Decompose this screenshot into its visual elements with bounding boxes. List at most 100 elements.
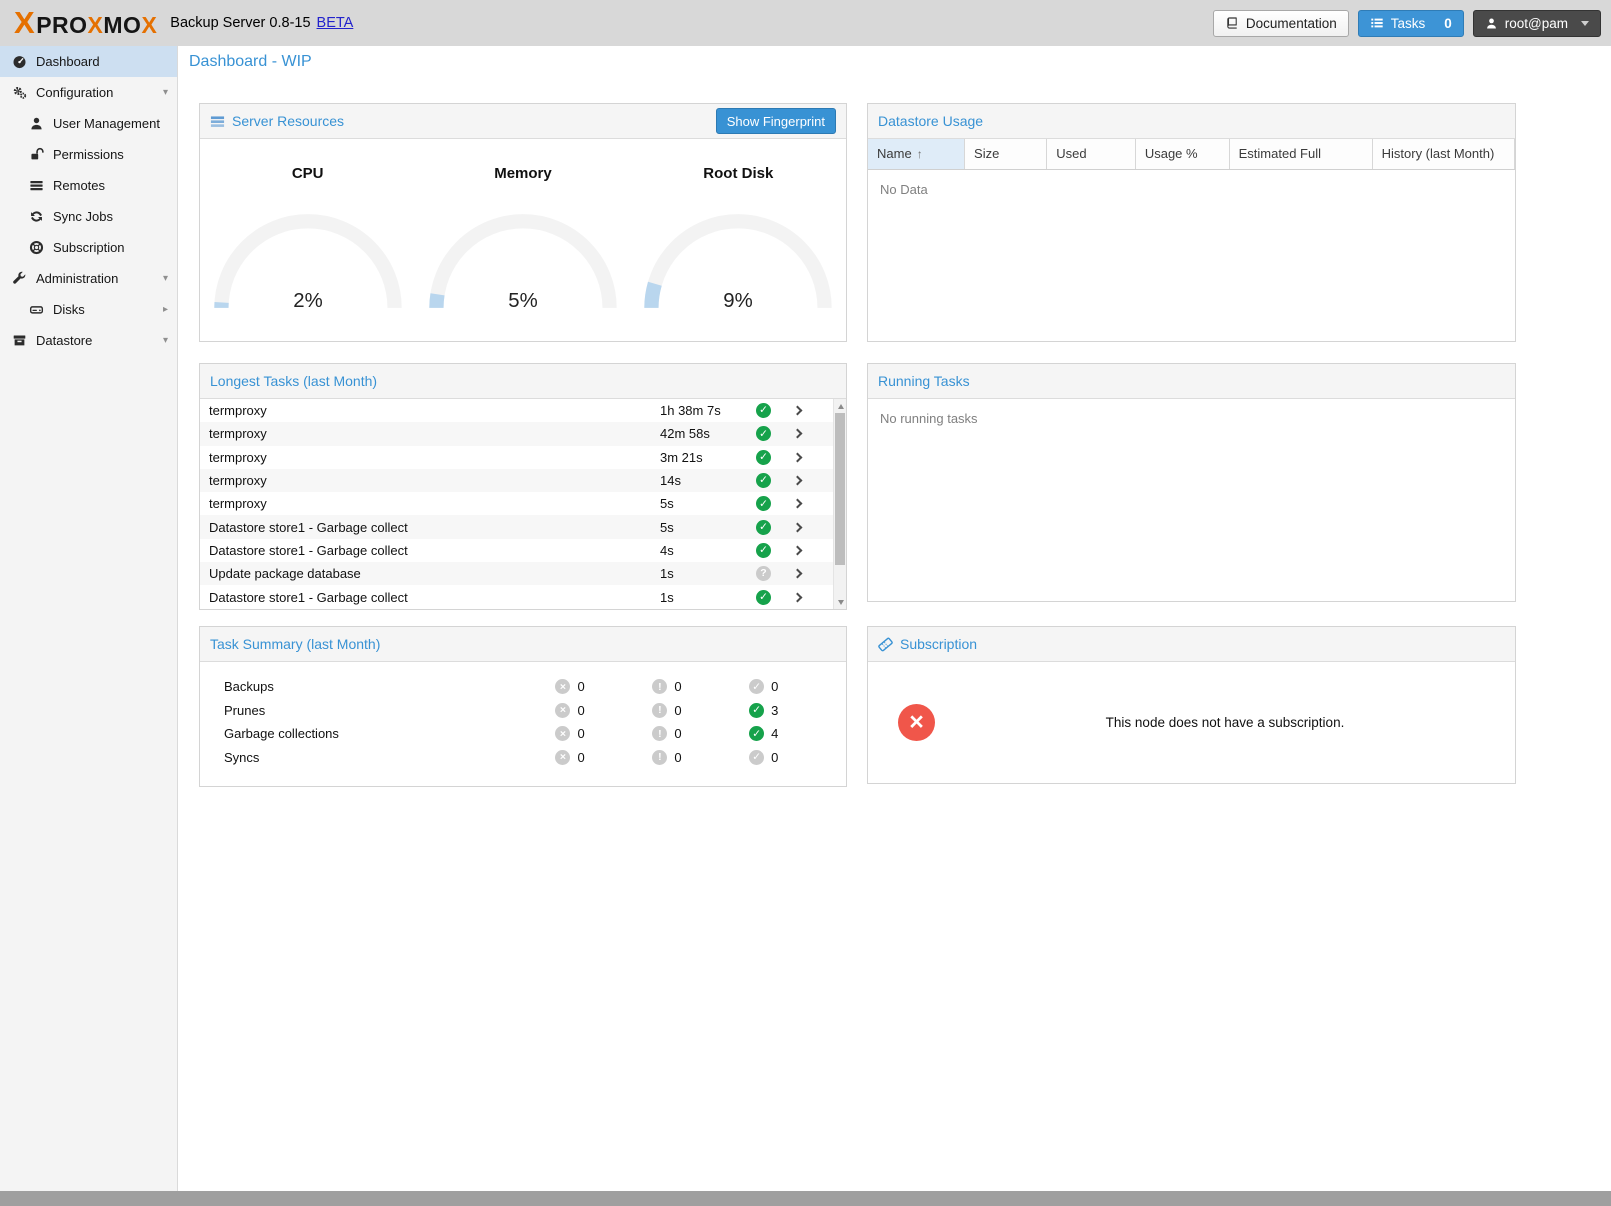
logo-x-icon: X [14, 5, 35, 41]
sidebar-item-disks[interactable]: Disks▸ [0, 294, 177, 325]
sidebar-item-user-management[interactable]: User Management [0, 108, 177, 139]
subscription-panel: Subscription × This node does not have a… [867, 626, 1516, 784]
column-header-history-last-month-[interactable]: History (last Month) [1373, 139, 1515, 169]
beta-link[interactable]: BETA [317, 15, 354, 31]
page-title: Dashboard - WIP [189, 53, 312, 71]
sync-icon [29, 209, 44, 224]
panel-title: Server Resources [232, 113, 344, 129]
status-ok-icon: ✓ [756, 543, 771, 558]
chevron-right-icon [793, 476, 803, 486]
sidebar-item-dashboard[interactable]: Dashboard [0, 46, 177, 77]
tasks-button[interactable]: Tasks 0 [1358, 10, 1464, 37]
top-bar: X PRO X MO X Backup Server 0.8-15 BETA D… [0, 0, 1611, 46]
sidebar-item-configuration[interactable]: Configuration▾ [0, 77, 177, 108]
sidebar-item-subscription[interactable]: Subscription [0, 232, 177, 263]
status-ok-icon: ✓ [749, 679, 764, 694]
remotes-icon [29, 178, 44, 193]
tasks-count-badge: 0 [1444, 16, 1452, 31]
no-data-text: No Data [868, 170, 1515, 209]
tachometer-icon [12, 54, 27, 69]
no-running-tasks-text: No running tasks [868, 399, 1515, 438]
scrollbar-thumb[interactable] [835, 413, 845, 565]
unlock-icon [29, 147, 44, 162]
task-row[interactable]: termproxy1h 38m 7s✓ [200, 399, 833, 422]
summary-row-syncs: Syncs×0!0✓0 [200, 746, 846, 770]
column-header-name[interactable]: Name↑ [868, 139, 965, 169]
task-row[interactable]: Datastore store1 - Garbage collect5s✓ [200, 515, 833, 538]
task-row[interactable]: termproxy5s✓ [200, 492, 833, 515]
panel-title: Running Tasks [878, 373, 970, 389]
book-icon [1225, 16, 1239, 30]
subscription-message: This node does not have a subscription. [935, 715, 1515, 730]
chevron-right-icon [793, 522, 803, 532]
task-row[interactable]: Update package database1s? [200, 562, 833, 585]
chevron-down-icon[interactable]: ▾ [163, 87, 168, 98]
scroll-down-arrow-icon[interactable] [834, 595, 846, 609]
status-unknown-icon: ? [756, 566, 771, 581]
scroll-up-arrow-icon[interactable] [834, 399, 846, 413]
column-header-usage-[interactable]: Usage % [1136, 139, 1230, 169]
root-disk-gauge: Root Disk 9% [636, 165, 840, 316]
server-resources-panel: Server Resources Show Fingerprint CPU 2%… [199, 103, 847, 342]
status-warning-icon: ! [652, 703, 667, 718]
status-warning-icon: ! [652, 750, 667, 765]
task-list-icon [1370, 16, 1384, 30]
running-tasks-panel: Running Tasks No running tasks [867, 363, 1516, 602]
svg-text:5%: 5% [508, 290, 537, 312]
status-ok-icon: ✓ [756, 426, 771, 441]
status-ok-icon: ✓ [756, 590, 771, 605]
gauges: CPU 2% Memory 5% Root Disk [200, 139, 846, 316]
status-warning-icon: ! [652, 726, 667, 741]
product-name: Backup Server 0.8-15 [170, 15, 310, 31]
sidebar-item-permissions[interactable]: Permissions [0, 139, 177, 170]
datastore-usage-panel: Datastore Usage Name↑SizeUsedUsage %Esti… [867, 103, 1516, 342]
sidebar-item-remotes[interactable]: Remotes [0, 170, 177, 201]
task-row[interactable]: termproxy3m 21s✓ [200, 446, 833, 469]
main-content: Dashboard - WIP Server Resources Show Fi… [178, 46, 1611, 1191]
panel-title: Datastore Usage [878, 113, 983, 129]
task-row[interactable]: termproxy14s✓ [200, 469, 833, 492]
wrench-icon [12, 271, 27, 286]
sidebar-item-sync-jobs[interactable]: Sync Jobs [0, 201, 177, 232]
chevron-right-icon [793, 406, 803, 416]
bottom-bar [0, 1191, 1611, 1206]
sidebar-item-datastore[interactable]: Datastore▾ [0, 325, 177, 356]
status-ok-icon: ✓ [756, 450, 771, 465]
chevron-right-icon [793, 499, 803, 509]
chevron-down-icon[interactable]: ▾ [163, 273, 168, 284]
chevron-down-icon[interactable]: ▾ [163, 335, 168, 346]
user-icon [29, 116, 44, 131]
summary-row-prunes: Prunes×0!0✓3 [200, 699, 846, 723]
status-warning-icon: ! [652, 679, 667, 694]
status-ok-icon: ✓ [749, 726, 764, 741]
documentation-button[interactable]: Documentation [1213, 10, 1349, 37]
gears-icon [12, 85, 27, 100]
longest-tasks-panel: Longest Tasks (last Month) termproxy1h 3… [199, 363, 847, 610]
task-row[interactable]: Datastore store1 - Garbage collect4s✓ [200, 539, 833, 562]
column-header-size[interactable]: Size [965, 139, 1047, 169]
cpu-gauge: CPU 2% [206, 165, 410, 316]
user-menu-button[interactable]: root@pam [1473, 10, 1601, 37]
svg-text:2%: 2% [293, 290, 322, 312]
ticket-icon [878, 637, 893, 652]
status-ok-icon: ✓ [756, 403, 771, 418]
status-ok-icon: ✓ [749, 703, 764, 718]
status-ok-icon: ✓ [749, 750, 764, 765]
status-error-icon: × [555, 703, 570, 718]
task-row[interactable]: Datastore store1 - Garbage collect1s✓ [200, 585, 833, 608]
panel-title: Task Summary (last Month) [210, 636, 380, 652]
column-header-estimated-full[interactable]: Estimated Full [1230, 139, 1373, 169]
sidebar-item-administration[interactable]: Administration▾ [0, 263, 177, 294]
column-header-used[interactable]: Used [1047, 139, 1136, 169]
task-row[interactable]: termproxy42m 58s✓ [200, 422, 833, 445]
panel-title: Longest Tasks (last Month) [210, 373, 377, 389]
svg-text:9%: 9% [724, 290, 753, 312]
task-summary-panel: Task Summary (last Month) Backups×0!0✓0P… [199, 626, 847, 787]
chevron-right-icon [793, 429, 803, 439]
show-fingerprint-button[interactable]: Show Fingerprint [716, 108, 836, 134]
disk-icon [29, 302, 44, 317]
scrollbar[interactable] [833, 399, 846, 609]
status-error-icon: × [555, 750, 570, 765]
chevron-right-icon[interactable]: ▸ [163, 304, 168, 315]
memory-gauge: Memory 5% [421, 165, 625, 316]
